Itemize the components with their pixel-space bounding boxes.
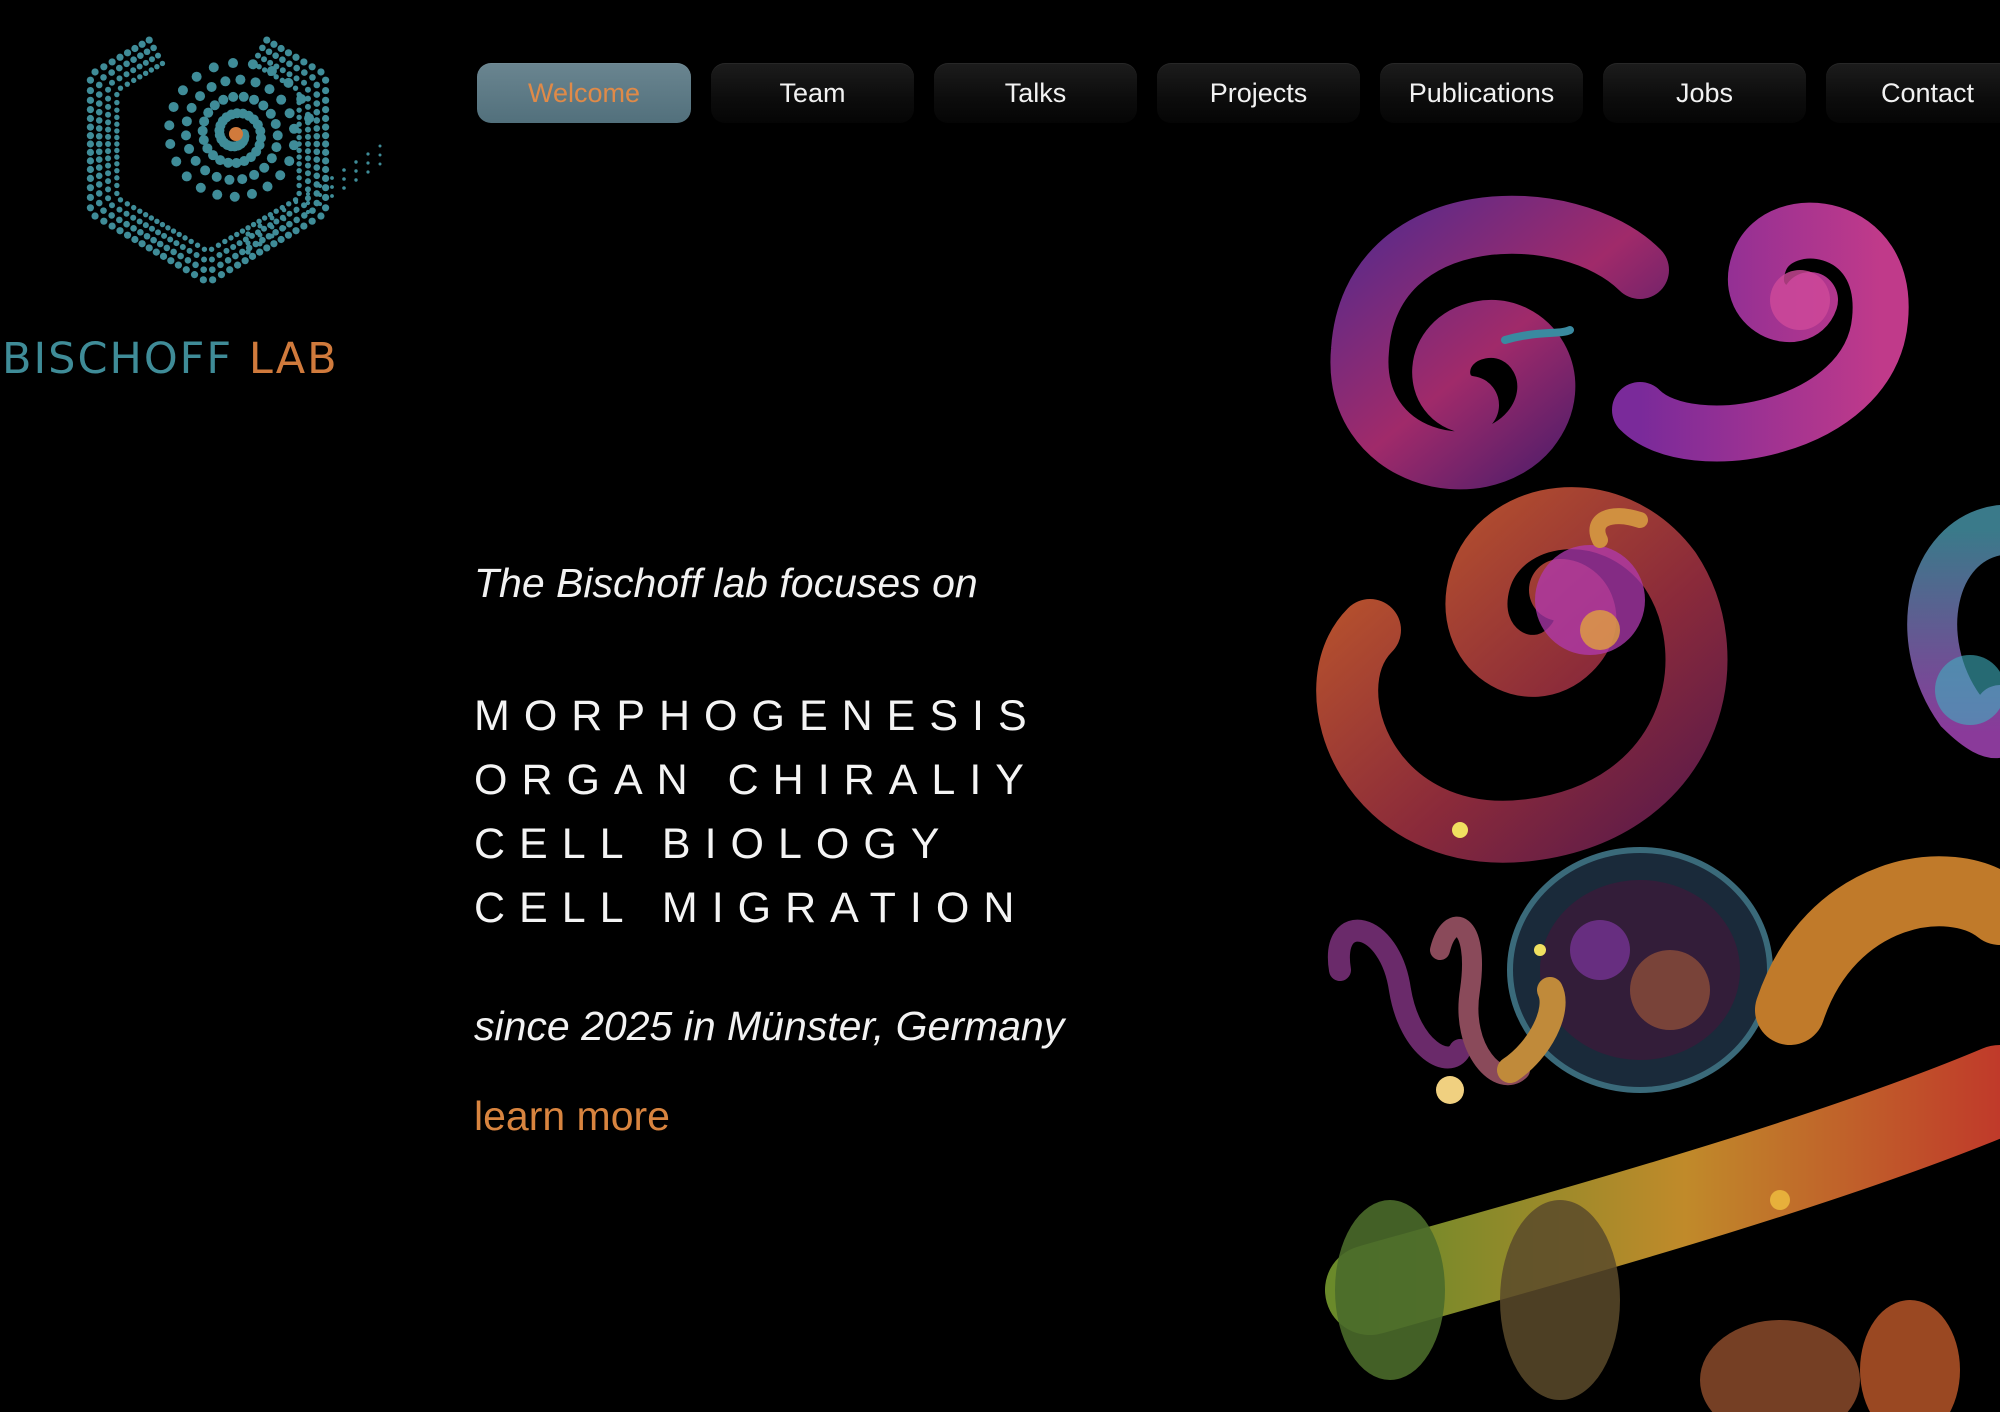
topic-item: MORPHOGENESIS <box>474 692 1041 740</box>
hero-since: since 2025 in Münster, Germany <box>474 1003 1065 1049</box>
research-topics: MORPHOGENESIS ORGAN CHIRALIY CELL BIOLOG… <box>474 684 1041 940</box>
nav-projects[interactable]: Projects <box>1157 63 1360 123</box>
topic-item: CELL MIGRATION <box>474 884 1029 932</box>
learn-more-link[interactable]: learn more <box>474 1093 670 1140</box>
lab-logo[interactable] <box>78 14 398 314</box>
hero-section: The Bischoff lab focuses on MORPHOGENESI… <box>474 560 1064 1139</box>
nav-talks[interactable]: Talks <box>934 63 1137 123</box>
dotted-spiral-hexagon-icon <box>86 36 382 284</box>
topic-item: ORGAN CHIRALIY <box>474 756 1038 804</box>
nav-jobs[interactable]: Jobs <box>1603 63 1806 123</box>
tissue-illustration <box>1316 195 2000 1412</box>
nav-publications[interactable]: Publications <box>1380 63 1583 123</box>
nav-team[interactable]: Team <box>711 63 914 123</box>
fluorescent-gut-tissue-image <box>1310 190 2000 1412</box>
logo-word-bischoff: BISCHOFF <box>2 334 234 384</box>
lab-logo-text: BISCHOFF LAB <box>2 334 339 384</box>
main-nav: Welcome Team Talks Projects Publications… <box>477 63 2000 123</box>
topic-item: CELL BIOLOGY <box>474 820 954 868</box>
nav-welcome[interactable]: Welcome <box>477 63 691 123</box>
hero-intro: The Bischoff lab focuses on <box>474 560 978 606</box>
nav-contact[interactable]: Contact <box>1826 63 2000 123</box>
logo-word-lab: LAB <box>248 334 339 384</box>
